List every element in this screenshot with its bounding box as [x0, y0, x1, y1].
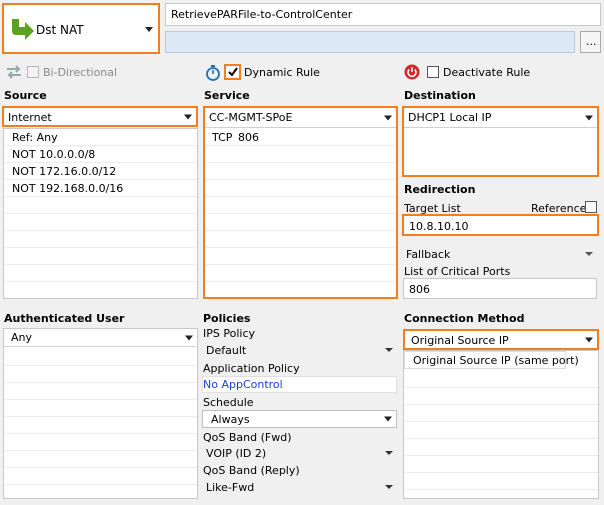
rule-name-field[interactable]: RetrievePARFile-to-ControlCenter — [165, 3, 601, 26]
checkmark-icon — [228, 67, 238, 77]
chevron-down-icon — [384, 115, 392, 120]
schedule-dropdown[interactable]: Always — [202, 410, 397, 428]
list-item[interactable]: NOT 172.16.0.0/12 — [12, 165, 116, 178]
application-policy-label: Application Policy — [203, 362, 300, 375]
chevron-down-icon — [184, 114, 192, 119]
critical-ports-field[interactable]: 806 — [403, 278, 597, 299]
ips-policy-label: IPS Policy — [203, 327, 255, 340]
critical-ports-label: List of Critical Ports — [404, 265, 511, 278]
auth-user-dropdown[interactable]: Any — [4, 329, 197, 347]
description-field[interactable] — [165, 31, 575, 53]
chevron-down-icon — [385, 348, 393, 352]
chevron-down-icon — [585, 115, 593, 120]
auth-user-heading: Authenticated User — [4, 312, 125, 325]
destination-panel: DHCP1 Local IP — [402, 106, 599, 177]
application-policy-field[interactable]: No AppControl — [202, 376, 397, 393]
deactivate-rule-checkbox[interactable] — [427, 66, 439, 78]
schedule-label: Schedule — [203, 396, 254, 409]
fallback-dropdown[interactable]: Fallback — [403, 245, 597, 263]
rule-name-text: RetrievePARFile-to-ControlCenter — [171, 8, 353, 21]
qos-reply-label: QoS Band (Reply) — [203, 464, 300, 477]
qos-fwd-dropdown[interactable]: VOIP (ID 2) — [203, 445, 397, 461]
service-panel: CC-MGMT-SPoE TCP 806 — [203, 106, 398, 299]
green-arrow-icon — [12, 19, 34, 40]
more-button[interactable]: ... — [580, 31, 601, 53]
list-item[interactable]: Ref: Any — [12, 131, 58, 144]
destination-dropdown[interactable]: DHCP1 Local IP — [404, 108, 597, 128]
service-proto[interactable]: TCP — [212, 131, 232, 144]
bidirectional-checkbox[interactable] — [27, 66, 39, 78]
dynamic-rule-label: Dynamic Rule — [244, 66, 320, 79]
target-list-field[interactable]: 10.8.10.10 — [402, 214, 599, 236]
chevron-down-icon — [385, 451, 393, 455]
source-heading: Source — [4, 89, 47, 102]
bidirectional-arrows-icon — [7, 65, 21, 79]
redirection-heading: Redirection — [404, 183, 476, 196]
ips-policy-dropdown[interactable]: Default — [203, 342, 397, 358]
chevron-down-icon — [145, 27, 153, 32]
policies-heading: Policies — [203, 312, 251, 325]
connection-method-list[interactable]: Original Source IP (same port) — [403, 350, 599, 499]
action-selector[interactable]: Dst NAT — [2, 3, 160, 54]
action-label: Dst NAT — [36, 23, 84, 37]
service-list[interactable]: TCP 806 — [205, 129, 396, 297]
chevron-down-icon — [585, 337, 593, 342]
chevron-down-icon — [585, 252, 593, 256]
dynamic-rule-checkbox[interactable] — [224, 64, 241, 80]
list-item[interactable]: Original Source IP (same port) — [404, 351, 579, 369]
list-item[interactable]: NOT 10.0.0.0/8 — [12, 148, 95, 161]
service-port[interactable]: 806 — [238, 131, 259, 144]
power-icon — [404, 64, 420, 80]
list-item[interactable]: NOT 192.168.0.0/16 — [12, 182, 123, 195]
source-dropdown[interactable]: Internet — [2, 106, 198, 127]
chevron-down-icon — [384, 416, 392, 422]
qos-fwd-label: QoS Band (Fwd) — [203, 431, 292, 444]
service-heading: Service — [204, 89, 250, 102]
bidirectional-label: Bi-Directional — [43, 66, 118, 79]
stopwatch-icon — [206, 65, 220, 81]
service-dropdown[interactable]: CC-MGMT-SPoE — [205, 108, 396, 128]
destination-heading: Destination — [404, 89, 476, 102]
connection-method-heading: Connection Method — [404, 312, 525, 325]
chevron-down-icon — [385, 485, 393, 489]
deactivate-rule-label: Deactivate Rule — [443, 66, 531, 79]
connection-method-dropdown[interactable]: Original Source IP — [403, 329, 599, 350]
chevron-down-icon — [185, 335, 193, 340]
auth-user-panel: Any — [3, 328, 198, 499]
qos-reply-dropdown[interactable]: Like-Fwd — [203, 479, 397, 495]
source-list[interactable]: Ref: Any NOT 10.0.0.0/8 NOT 172.16.0.0/1… — [3, 128, 198, 299]
reference-checkbox[interactable] — [585, 201, 597, 213]
